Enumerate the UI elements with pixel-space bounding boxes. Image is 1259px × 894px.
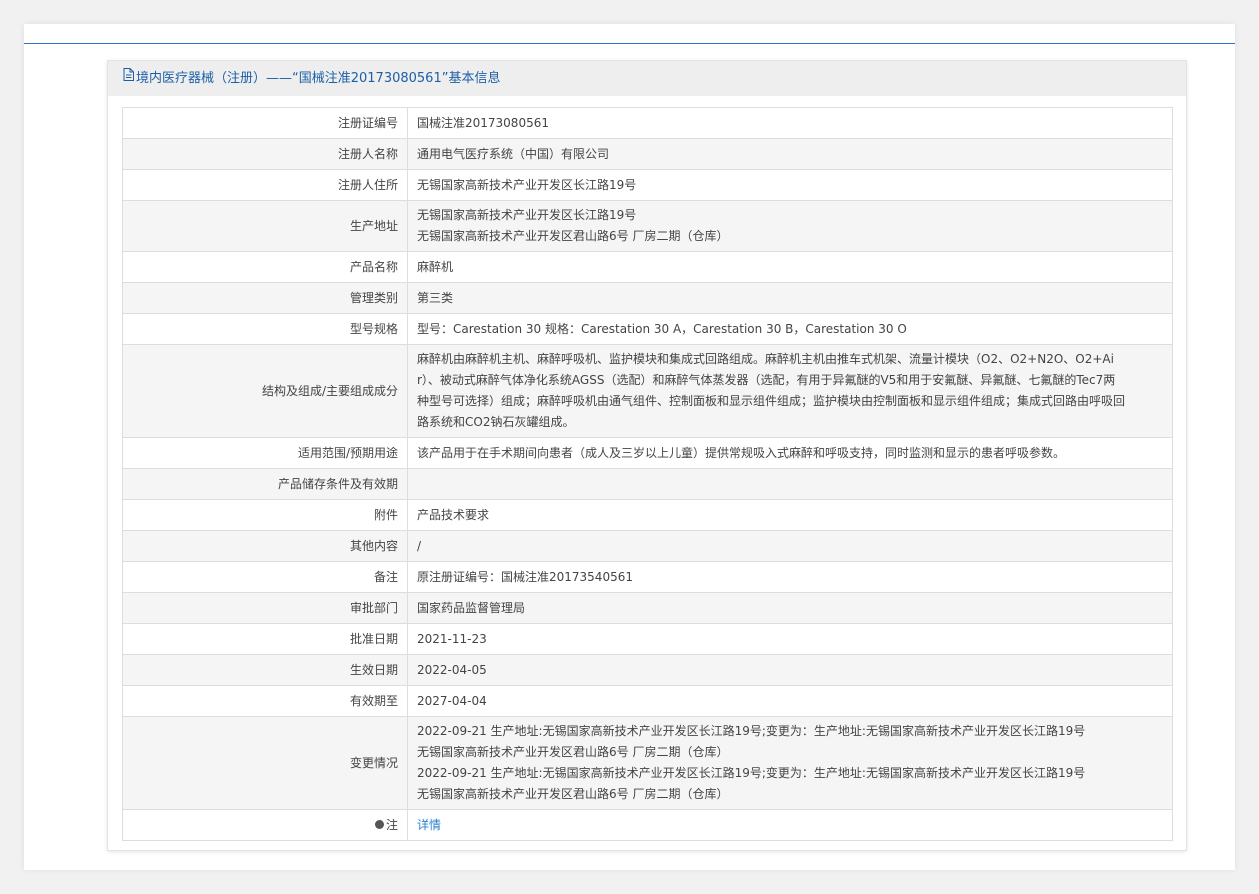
field-label: 批准日期 bbox=[122, 623, 408, 655]
info-panel: 境内医疗器械（注册）——“国械注准20173080561”基本信息 注册证编号国… bbox=[107, 60, 1187, 851]
field-value: 第三类 bbox=[407, 282, 1173, 314]
field-value: 原注册证编号：国械注准20173540561 bbox=[407, 561, 1173, 593]
table-row: 注册证编号 国械注准20173080561 bbox=[122, 107, 1173, 139]
field-value: 麻醉机由麻醉机主机、麻醉呼吸机、监护模块和集成式回路组成。麻醉机主机由推车式机架… bbox=[407, 344, 1173, 438]
document-icon bbox=[123, 60, 134, 95]
table-row: 附件 产品技术要求 bbox=[122, 499, 1173, 531]
table-row: 结构及组成/主要组成成分 麻醉机由麻醉机主机、麻醉呼吸机、监护模块和集成式回路组成… bbox=[122, 344, 1173, 438]
field-value: / bbox=[407, 530, 1173, 562]
field-value: 型号：Carestation 30 规格：Carestation 30 A，Ca… bbox=[407, 313, 1173, 345]
field-label: 其他内容 bbox=[122, 530, 408, 562]
field-value: 无锡国家高新技术产业开发区长江路19号无锡国家高新技术产业开发区君山路6号 厂房… bbox=[407, 200, 1173, 252]
field-value-line: 2022-09-21 生产地址:无锡国家高新技术产业开发区长江路19号;变更为：… bbox=[417, 766, 1086, 780]
table-row: 适用范围/预期用途 该产品用于在手术期间向患者（成人及三岁以上儿童）提供常规吸入式… bbox=[122, 437, 1173, 469]
field-value-line: 无锡国家高新技术产业开发区君山路6号 厂房二期（仓库） bbox=[417, 229, 729, 243]
field-label: 生效日期 bbox=[122, 654, 408, 686]
field-label: 注册人住所 bbox=[122, 169, 408, 201]
field-value: 2021-11-23 bbox=[407, 623, 1173, 655]
field-value-line: 2022-09-21 生产地址:无锡国家高新技术产业开发区长江路19号;变更为：… bbox=[417, 724, 1086, 738]
table-row: 其他内容 / bbox=[122, 530, 1173, 562]
table-row: 注册人名称 通用电气医疗系统（中国）有限公司 bbox=[122, 138, 1173, 170]
table-row: 审批部门 国家药品监督管理局 bbox=[122, 592, 1173, 624]
top-divider bbox=[24, 43, 1235, 44]
field-value-line: 麻醉机由麻醉机主机、麻醉呼吸机、监护模块和集成式回路组成。麻醉机主机由推车式机架… bbox=[417, 352, 1114, 366]
field-value: 无锡国家高新技术产业开发区长江路19号 bbox=[407, 169, 1173, 201]
table-row: 产品储存条件及有效期 bbox=[122, 468, 1173, 500]
table-row: 变更情况 2022-09-21 生产地址:无锡国家高新技术产业开发区长江路19号;… bbox=[122, 716, 1173, 810]
field-label: 注册人名称 bbox=[122, 138, 408, 170]
field-label: 管理类别 bbox=[122, 282, 408, 314]
panel-title: 境内医疗器械（注册）——“国械注准20173080561”基本信息 bbox=[136, 71, 501, 86]
table-row: 生效日期 2022-04-05 bbox=[122, 654, 1173, 686]
field-label: 审批部门 bbox=[122, 592, 408, 624]
field-label: 产品储存条件及有效期 bbox=[122, 468, 408, 500]
field-label: 有效期至 bbox=[122, 685, 408, 717]
note-value: 详情 bbox=[407, 809, 1173, 841]
table-row: 生产地址 无锡国家高新技术产业开发区长江路19号无锡国家高新技术产业开发区君山路6… bbox=[122, 200, 1173, 252]
detail-link[interactable]: 详情 bbox=[417, 818, 441, 832]
field-value-line: r）、被动式麻醉气体净化系统AGSS（选配）和麻醉气体蒸发器（选配，有用于异氟醚… bbox=[417, 373, 1116, 387]
note-label: 注 bbox=[385, 817, 398, 832]
panel-header: 境内医疗器械（注册）——“国械注准20173080561”基本信息 bbox=[108, 61, 1186, 96]
field-label: 备注 bbox=[122, 561, 408, 593]
page-container: 境内医疗器械（注册）——“国械注准20173080561”基本信息 注册证编号国… bbox=[24, 24, 1235, 870]
table-row: 管理类别 第三类 bbox=[122, 282, 1173, 314]
table-row: 备注 原注册证编号：国械注准20173540561 bbox=[122, 561, 1173, 593]
field-value: 国械注准20173080561 bbox=[407, 107, 1173, 139]
field-label: 变更情况 bbox=[122, 716, 408, 810]
table-row: 注册人住所 无锡国家高新技术产业开发区长江路19号 bbox=[122, 169, 1173, 201]
field-value-line: 路系统和CO2钠石灰罐组成。 bbox=[417, 415, 575, 429]
field-value-line: 无锡国家高新技术产业开发区君山路6号 厂房二期（仓库） bbox=[417, 787, 729, 801]
field-label: 产品名称 bbox=[122, 251, 408, 283]
table-row: 批准日期 2021-11-23 bbox=[122, 623, 1173, 655]
info-table: 注册证编号 国械注准20173080561 注册人名称 通用电气医疗系统（中国）有限公… bbox=[122, 107, 1173, 841]
field-value-line: 无锡国家高新技术产业开发区长江路19号 bbox=[417, 208, 637, 222]
field-value: 国家药品监督管理局 bbox=[407, 592, 1173, 624]
field-label: 生产地址 bbox=[122, 200, 408, 252]
note-row: 注 详情 bbox=[122, 809, 1173, 841]
field-value bbox=[407, 468, 1173, 500]
field-value: 该产品用于在手术期间向患者（成人及三岁以上儿童）提供常规吸入式麻醉和呼吸支持，同… bbox=[407, 437, 1173, 469]
table-row: 产品名称 麻醉机 bbox=[122, 251, 1173, 283]
field-value-line: 无锡国家高新技术产业开发区君山路6号 厂房二期（仓库） bbox=[417, 745, 729, 759]
table-row: 有效期至 2027-04-04 bbox=[122, 685, 1173, 717]
pin-icon bbox=[374, 819, 384, 829]
field-value: 通用电气医疗系统（中国）有限公司 bbox=[407, 138, 1173, 170]
field-label: 型号规格 bbox=[122, 313, 408, 345]
field-label: 适用范围/预期用途 bbox=[122, 437, 408, 469]
table-row: 型号规格 型号：Carestation 30 规格：Carestation 30 … bbox=[122, 313, 1173, 345]
field-value-line: 种型号可选择）组成；麻醉呼吸机由通气组件、控制面板和显示组件组成；监护模块由控制… bbox=[417, 394, 1126, 408]
field-label: 附件 bbox=[122, 499, 408, 531]
field-value: 2027-04-04 bbox=[407, 685, 1173, 717]
field-label: 注册证编号 bbox=[122, 107, 408, 139]
note-label-cell: 注 bbox=[122, 809, 408, 841]
field-value: 2022-09-21 生产地址:无锡国家高新技术产业开发区长江路19号;变更为：… bbox=[407, 716, 1173, 810]
field-value: 2022-04-05 bbox=[407, 654, 1173, 686]
field-value: 麻醉机 bbox=[407, 251, 1173, 283]
field-label: 结构及组成/主要组成成分 bbox=[122, 344, 408, 438]
field-value: 产品技术要求 bbox=[407, 499, 1173, 531]
